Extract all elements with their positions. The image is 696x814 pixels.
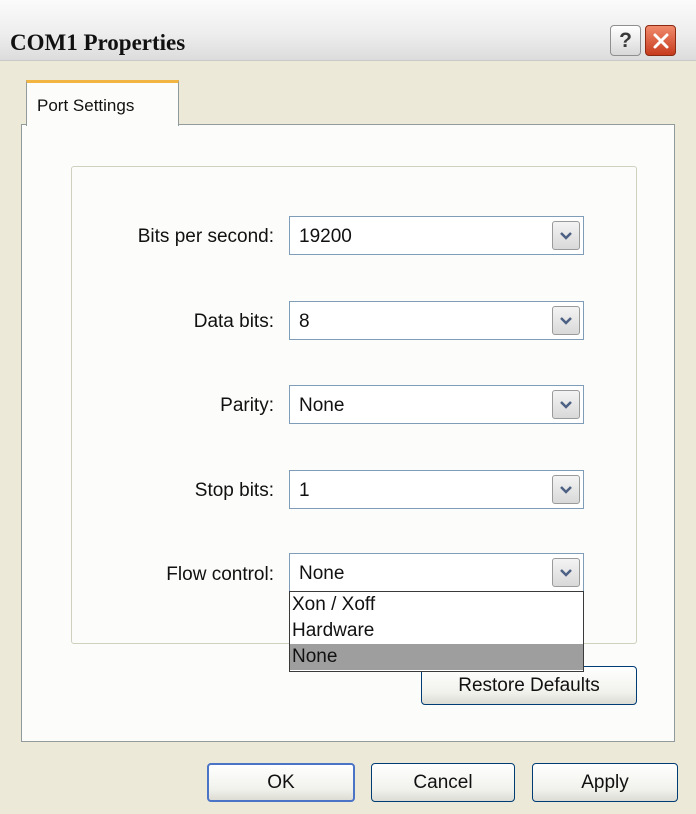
chevron-down-icon — [560, 231, 572, 240]
close-button[interactable] — [645, 25, 676, 56]
bits-per-second-select[interactable]: 19200 — [289, 216, 584, 255]
dropdown-arrow-button[interactable] — [552, 221, 580, 250]
com1-properties-dialog: COM1 Properties ? Port Settings Bits per… — [0, 0, 696, 814]
parity-select[interactable]: None — [289, 385, 584, 424]
help-icon: ? — [619, 28, 632, 52]
dropdown-option-hardware[interactable]: Hardware — [290, 618, 583, 644]
help-button[interactable]: ? — [610, 25, 641, 56]
dropdown-arrow-button[interactable] — [552, 306, 580, 335]
dropdown-arrow-button[interactable] — [552, 390, 580, 419]
stop-bits-label: Stop bits: — [194, 480, 274, 501]
dropdown-option-xon-xoff[interactable]: Xon / Xoff — [290, 592, 583, 618]
flow-control-value: None — [299, 563, 345, 584]
flow-control-dropdown-list: Xon / Xoff Hardware None — [289, 591, 584, 672]
stop-bits-value: 1 — [299, 480, 310, 501]
dropdown-arrow-button[interactable] — [552, 558, 580, 587]
stop-bits-select[interactable]: 1 — [289, 470, 584, 509]
chevron-down-icon — [560, 316, 572, 325]
chevron-down-icon — [560, 568, 572, 577]
parity-value: None — [299, 395, 345, 416]
flow-control-label: Flow control: — [166, 564, 274, 585]
chevron-down-icon — [560, 485, 572, 494]
apply-button[interactable]: Apply — [532, 763, 678, 802]
bits-per-second-value: 19200 — [299, 226, 352, 247]
parity-label: Parity: — [220, 395, 274, 416]
dropdown-arrow-button[interactable] — [552, 475, 580, 504]
window-title: COM1 Properties — [10, 30, 186, 55]
data-bits-label: Data bits: — [193, 311, 274, 332]
data-bits-select[interactable]: 8 — [289, 301, 584, 340]
close-icon — [653, 33, 668, 48]
data-bits-value: 8 — [299, 311, 310, 332]
flow-control-select[interactable]: None — [289, 553, 584, 592]
tab-port-settings[interactable]: Port Settings — [26, 80, 179, 126]
dropdown-option-none[interactable]: None — [290, 644, 583, 670]
ok-button[interactable]: OK — [207, 763, 355, 802]
bits-per-second-label: Bits per second: — [137, 226, 274, 247]
title-bar[interactable]: COM1 Properties ? — [0, 0, 696, 61]
tab-label: Port Settings — [37, 96, 135, 115]
chevron-down-icon — [560, 400, 572, 409]
cancel-button[interactable]: Cancel — [371, 763, 515, 802]
